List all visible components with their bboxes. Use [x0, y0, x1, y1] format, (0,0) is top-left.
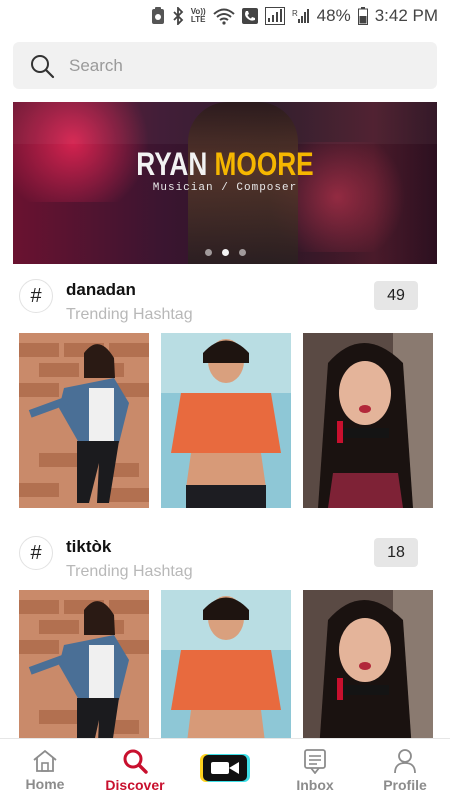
clock: 3:42 PM	[374, 6, 438, 25]
home-icon	[33, 749, 57, 772]
nav-inbox[interactable]: Inbox	[270, 739, 360, 800]
banner-subtitle: Musician / Composer	[152, 182, 298, 194]
video-thumbnail[interactable]	[303, 333, 433, 508]
nav-inbox-label: Inbox	[296, 776, 334, 793]
hashtag-header[interactable]: # tiktòk Trending Hashtag 18	[0, 536, 450, 586]
sim-signal-icon	[264, 6, 285, 26]
wifi-call-icon	[212, 6, 235, 26]
svg-text:R: R	[292, 9, 298, 18]
video-thumbnail[interactable]	[161, 333, 291, 508]
hashtag-count-badge: 49	[374, 281, 418, 310]
nav-record[interactable]	[180, 739, 270, 800]
video-thumbnail-row	[19, 333, 433, 508]
banner-title: RYAN MOORE	[51, 146, 399, 183]
nav-profile-label: Profile	[383, 776, 427, 793]
banner-title-first: RYAN	[136, 146, 208, 182]
hashtag-subtitle: Trending Hashtag	[66, 563, 193, 580]
bluetooth-icon	[172, 6, 184, 26]
nav-discover[interactable]: Discover	[90, 739, 180, 800]
hashtag-section: # tiktòk Trending Hashtag 18	[0, 536, 450, 765]
carousel-dot-active[interactable]	[221, 249, 229, 256]
banner-carousel[interactable]: RYAN MOORE Musician / Composer	[13, 102, 437, 264]
carousel-indicator	[13, 249, 437, 256]
hashtag-subtitle: Trending Hashtag	[66, 306, 193, 323]
nav-profile[interactable]: Profile	[360, 739, 450, 800]
screenshot-icon	[151, 6, 165, 26]
carousel-dot[interactable]	[204, 249, 212, 256]
search-input[interactable]	[69, 55, 389, 76]
bottom-navigation: Home Discover Inbox Profile	[0, 738, 450, 800]
hashtag-name[interactable]: tiktòk	[66, 537, 111, 557]
nav-discover-label: Discover	[105, 776, 165, 793]
battery-icon	[357, 6, 368, 26]
nav-home[interactable]: Home	[0, 739, 90, 800]
search-icon	[123, 749, 148, 774]
phone-icon	[241, 6, 258, 26]
video-thumbnail[interactable]	[19, 333, 149, 508]
hashtag-header[interactable]: # danadan Trending Hashtag 49	[0, 279, 450, 329]
search-icon	[31, 54, 55, 78]
volte-icon: Vo)) LTE	[190, 7, 206, 24]
battery-percent: 48%	[316, 6, 351, 25]
banner-title-last: MOORE	[214, 146, 314, 182]
hashtag-section: # danadan Trending Hashtag 49	[0, 279, 450, 508]
search-bar[interactable]	[13, 42, 437, 89]
signal-r-icon: R	[292, 6, 310, 26]
nav-home-label: Home	[25, 775, 65, 792]
inbox-icon	[304, 748, 326, 774]
hashtag-name[interactable]: danadan	[66, 280, 136, 300]
hashtag-icon: #	[19, 536, 53, 570]
hashtag-count-badge: 18	[374, 538, 418, 567]
carousel-dot[interactable]	[238, 249, 246, 256]
status-bar: Vo)) LTE R 48% 3:42 PM	[0, 0, 450, 32]
camera-record-icon	[200, 753, 250, 782]
profile-icon	[394, 748, 416, 773]
hashtag-icon: #	[19, 279, 53, 313]
